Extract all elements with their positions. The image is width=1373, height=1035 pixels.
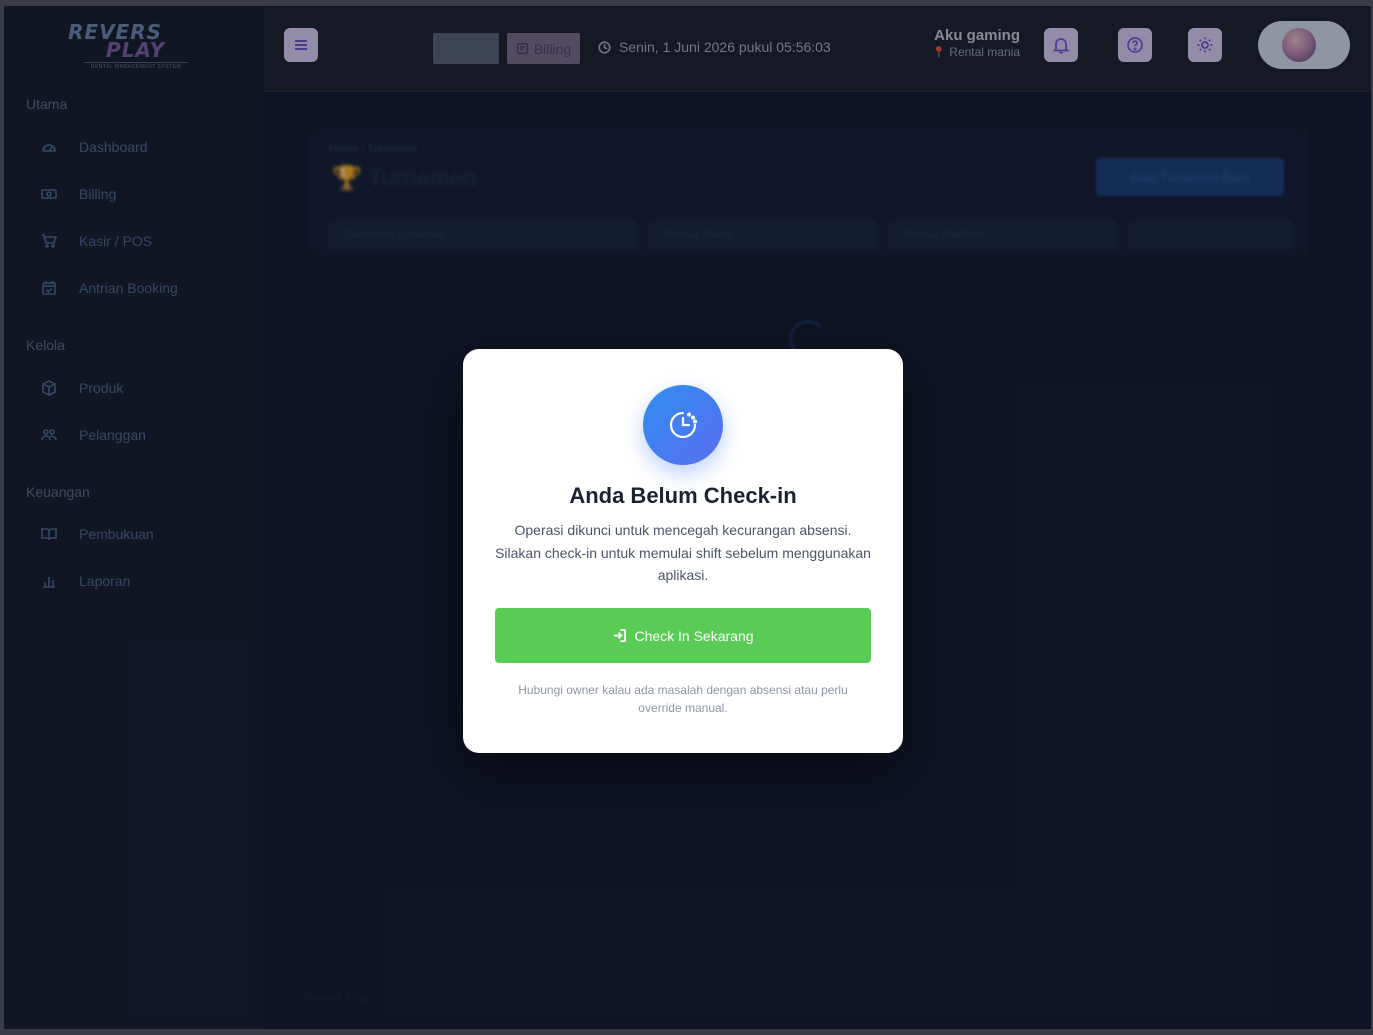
clock-check-icon bbox=[643, 385, 723, 465]
modal-note: Hubungi owner kalau ada masalah dengan a… bbox=[518, 683, 848, 715]
modal-title: Anda Belum Check-in bbox=[569, 483, 797, 508]
modal-description: Operasi dikunci untuk mencegah kecuranga… bbox=[495, 522, 871, 583]
check-in-button[interactable]: Check In Sekarang bbox=[495, 608, 871, 663]
login-icon bbox=[614, 628, 627, 643]
checkin-modal: Anda Belum Check-in Operasi dikunci untu… bbox=[463, 349, 903, 753]
check-in-button-label: Check In Sekarang bbox=[634, 627, 754, 644]
